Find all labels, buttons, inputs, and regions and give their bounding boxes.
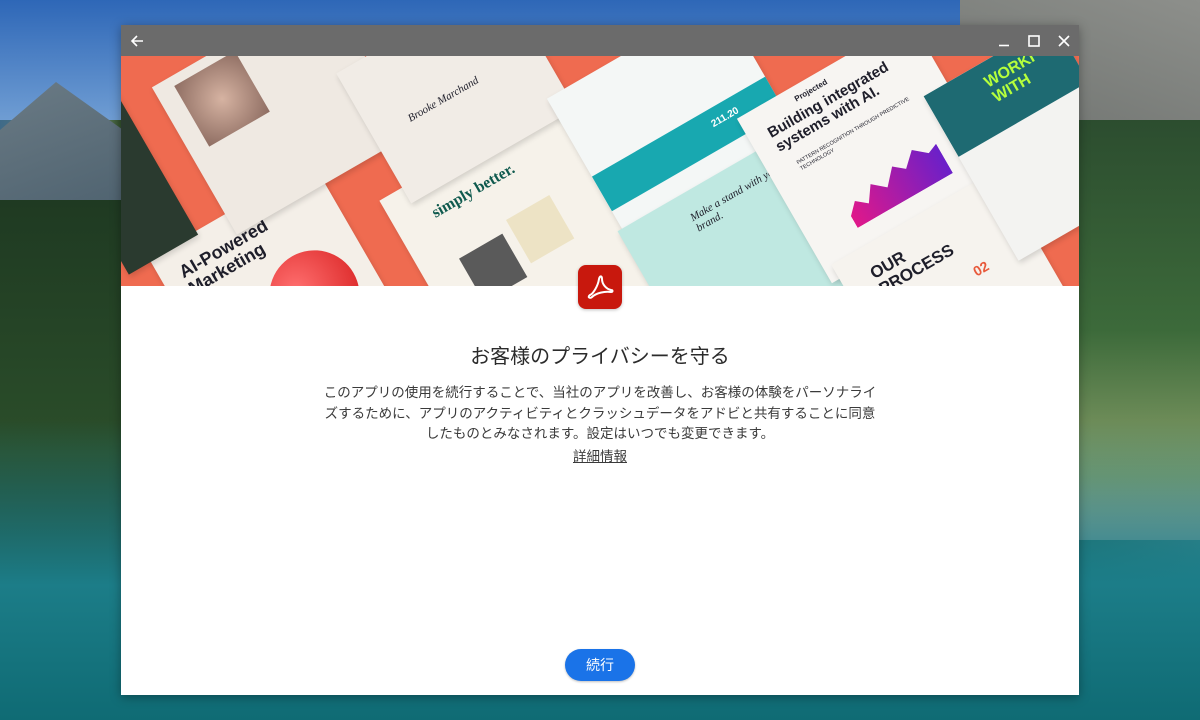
learn-more-link[interactable]: 詳細情報	[573, 445, 627, 465]
close-button[interactable]	[1049, 25, 1079, 56]
maximize-button[interactable]	[1019, 25, 1049, 56]
title-bar	[121, 25, 1079, 56]
page-title: お客様のプライバシーを守る	[470, 344, 730, 368]
card-text-num-02: 02	[970, 257, 992, 280]
privacy-description: このアプリの使用を続行することで、当社のアプリを改善し、お客様の体験をパーソナラ…	[323, 385, 877, 442]
close-icon	[1058, 34, 1070, 47]
hero-banner: AI-Powered Marketing simply better. Broo…	[121, 56, 1079, 286]
app-window: AI-Powered Marketing simply better. Broo…	[121, 25, 1079, 695]
card-swatch-b	[506, 195, 575, 264]
card-text-signature: Brooke Marchand	[405, 74, 481, 125]
minimize-icon	[999, 44, 1009, 46]
arrow-left-icon	[130, 34, 143, 47]
window-controls	[989, 25, 1079, 56]
adobe-acrobat-icon	[578, 265, 622, 309]
card-face-image	[174, 56, 270, 147]
back-button[interactable]	[121, 25, 153, 56]
card-swatch-a	[459, 233, 528, 286]
continue-button[interactable]: 続行	[565, 649, 635, 681]
dialog-content: お客様のプライバシーを守る このアプリの使用を続行することで、当社のアプリを改善…	[121, 340, 1079, 465]
maximize-icon	[1028, 34, 1040, 47]
acrobat-glyph-icon	[587, 275, 614, 299]
minimize-button[interactable]	[989, 25, 1019, 56]
